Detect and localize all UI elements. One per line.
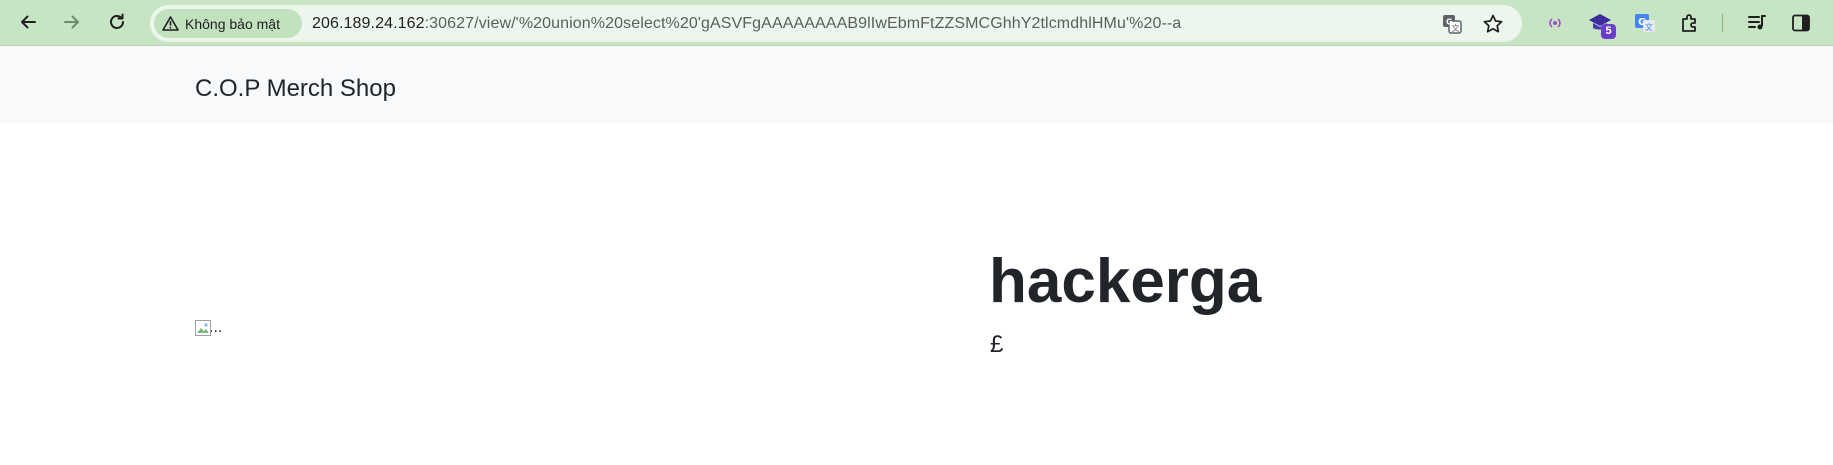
product-price: £ xyxy=(990,331,1004,358)
reload-icon xyxy=(110,13,124,29)
side-panel-icon xyxy=(1792,14,1810,32)
forward-button[interactable] xyxy=(55,5,89,39)
podcast-extension-button[interactable] xyxy=(1541,9,1569,37)
back-button[interactable] xyxy=(11,5,45,39)
playlist-icon xyxy=(1748,15,1766,30)
url-path: :30627/view/'%20union%20select%20'gASVFg… xyxy=(424,15,1182,32)
browser-toolbar: Không bảo mật 206.189.24.162:30627/view/… xyxy=(0,0,1833,46)
url-text[interactable]: 206.189.24.162:30627/view/'%20union%20se… xyxy=(312,5,1181,42)
url-host: 206.189.24.162 xyxy=(312,15,425,32)
security-indicator[interactable]: Không bảo mật xyxy=(154,9,302,38)
mortarboard-extension-button[interactable]: 5 xyxy=(1586,9,1616,39)
arrow-left-icon xyxy=(21,15,36,29)
broken-image-icon xyxy=(195,320,211,336)
product-title: hackerga xyxy=(989,247,1262,316)
podcast-extension-icon xyxy=(1549,18,1561,28)
reload-button[interactable] xyxy=(100,5,134,39)
translate-icon: G 文 xyxy=(1443,15,1462,34)
warning-icon xyxy=(162,16,179,31)
reading-list-button[interactable] xyxy=(1743,9,1771,37)
site-navbar: C.O.P Merch Shop xyxy=(0,46,1833,123)
arrow-right-icon xyxy=(64,15,79,29)
extensions-menu-button[interactable] xyxy=(1676,9,1704,37)
bookmark-star-button[interactable] xyxy=(1480,11,1506,37)
product-image: ... xyxy=(195,320,222,336)
toolbar-divider xyxy=(1722,14,1723,32)
svg-text:文: 文 xyxy=(1645,22,1653,32)
extension-badge: 5 xyxy=(1601,24,1616,39)
address-bar[interactable]: Không bảo mật 206.189.24.162:30627/view/… xyxy=(150,5,1522,42)
navbar-brand-link[interactable]: C.O.P Merch Shop xyxy=(195,74,396,104)
google-translate-extension-icon: G 文 xyxy=(1635,14,1655,32)
star-icon xyxy=(1483,14,1503,33)
image-alt-text: ... xyxy=(209,319,223,336)
translate-page-button[interactable]: G 文 xyxy=(1439,11,1465,37)
svg-text:文: 文 xyxy=(1452,23,1460,33)
google-translate-extension-button[interactable]: G 文 xyxy=(1631,9,1659,37)
puzzle-icon xyxy=(1682,14,1696,32)
security-label: Không bảo mật xyxy=(185,15,280,32)
side-panel-button[interactable] xyxy=(1787,9,1815,37)
